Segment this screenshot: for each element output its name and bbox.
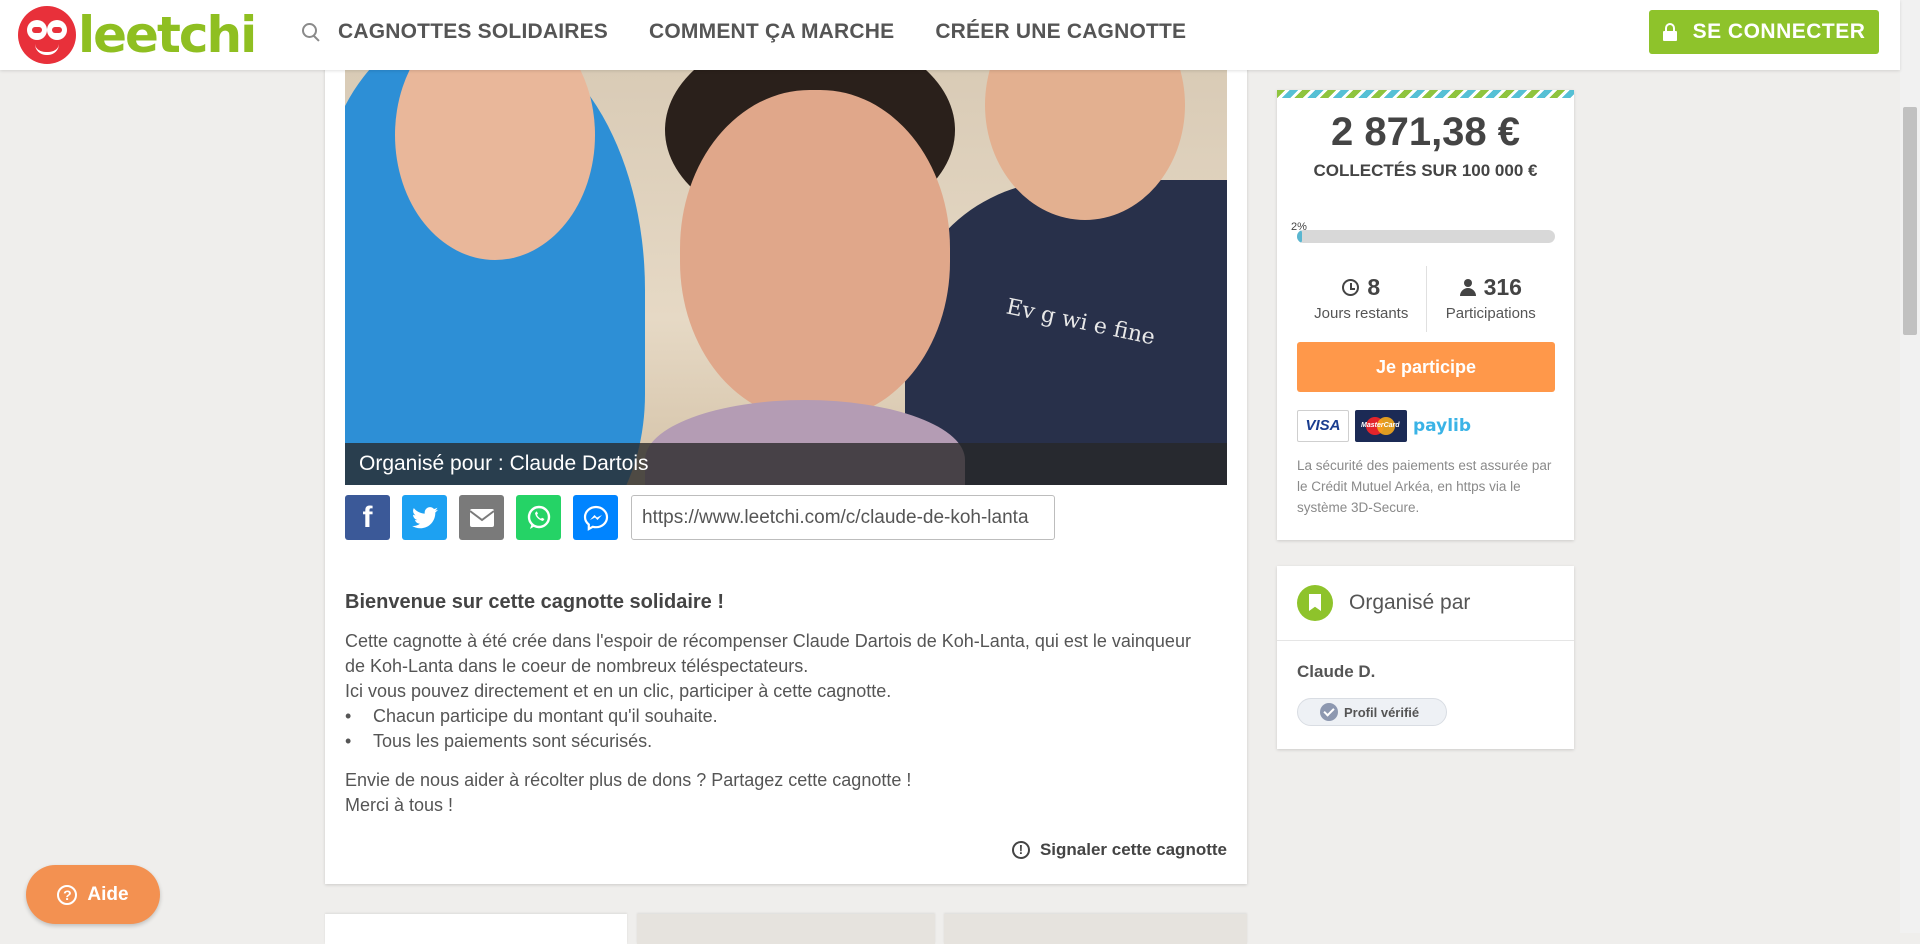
help-label: Aide: [87, 883, 129, 905]
description-line: Merci à tous !: [345, 795, 454, 815]
report-label: Signaler cette cagnotte: [1039, 840, 1227, 859]
login-button[interactable]: SE CONNECTER: [1649, 10, 1879, 54]
participations-value: 316: [1483, 274, 1522, 300]
list-item: Tous les paiements sont sécurisés.: [345, 729, 1215, 754]
share-url-field[interactable]: https://www.leetchi.com/c/claude-de-koh-…: [631, 495, 1055, 540]
search-icon[interactable]: [302, 23, 320, 41]
participations-label: Participations: [1445, 305, 1536, 322]
bookmark-badge-icon: [1297, 585, 1333, 621]
top-header: leetchi CAGNOTTES SOLIDAIRES COMMENT ÇA …: [0, 0, 1900, 70]
help-button[interactable]: ? Aide: [26, 865, 160, 924]
description: Bienvenue sur cette cagnotte solidaire !…: [345, 590, 1215, 818]
description-line: Ici vous pouvez directement et en un cli…: [345, 681, 892, 701]
description-line: Envie de nous aider à récolter plus de d…: [345, 770, 912, 790]
lock-icon: [1662, 23, 1677, 41]
question-icon: ?: [57, 884, 78, 905]
whatsapp-share-button[interactable]: [516, 495, 561, 540]
nav-comment-ca-marche[interactable]: COMMENT ÇA MARCHE: [649, 20, 894, 44]
progress-bar: [1297, 230, 1555, 243]
list-item: Chacun participe du montant qu'il souhai…: [345, 704, 1215, 729]
nav-creer-une-cagnotte[interactable]: CRÉER UNE CAGNOTTE: [935, 20, 1186, 44]
organizer-header: Organisé par: [1277, 566, 1574, 641]
twitter-icon: [411, 506, 438, 528]
description-list: Chacun participe du montant qu'il souhai…: [345, 704, 1215, 754]
bottom-tab[interactable]: [637, 914, 935, 944]
page-scrollbar[interactable]: [1900, 0, 1920, 933]
collected-goal: COLLECTÉS SUR 100 000 €: [1313, 161, 1538, 180]
hero-caption: Organisé pour : Claude Dartois: [345, 443, 1227, 485]
hero-photo: Ev g wi e fine Organisé pour : Claude Da…: [345, 70, 1227, 485]
collected-amount: 2 871,38 €: [1330, 110, 1521, 154]
facebook-icon: f: [362, 500, 373, 534]
description-line: Cette cagnotte à été crée dans l'espoir …: [345, 631, 1191, 676]
organizer-card: Organisé par Claude D. Profil vérifié: [1277, 566, 1574, 749]
twitter-share-button[interactable]: [402, 495, 447, 540]
bottom-tab[interactable]: [944, 914, 1247, 944]
bottom-tab[interactable]: [325, 914, 627, 944]
participate-button[interactable]: Je participe: [1297, 342, 1555, 392]
days-label: Jours restants: [1314, 305, 1409, 322]
security-notice: La sécurité des paiements est assurée pa…: [1297, 458, 1552, 515]
stats: 8 Jours restants 316 Participations: [1297, 266, 1555, 332]
messenger-icon: [583, 505, 608, 531]
leetchi-logo[interactable]: leetchi: [18, 6, 257, 64]
user-icon: [1459, 279, 1476, 296]
verified-label: Profil vérifié: [1344, 704, 1420, 720]
check-icon: [1320, 703, 1338, 721]
participations: 316 Participations: [1425, 266, 1556, 332]
nav-cagnottes-solidaires[interactable]: CAGNOTTES SOLIDAIRES: [338, 20, 608, 44]
exclamation-icon: !: [1011, 841, 1030, 859]
clock-icon: [1342, 279, 1360, 296]
visa-logo: VISA: [1297, 410, 1349, 442]
main-content-card: Ev g wi e fine Organisé pour : Claude Da…: [325, 50, 1247, 884]
messenger-share-button[interactable]: [573, 495, 618, 540]
progress-percent: 2%: [1291, 221, 1307, 233]
email-share-button[interactable]: [459, 495, 504, 540]
verified-badge: Profil vérifié: [1297, 698, 1447, 726]
funding-card: 2 871,38 € COLLECTÉS SUR 100 000 € 2% 8 …: [1277, 90, 1574, 540]
decorative-stripe: [1277, 90, 1574, 98]
scrollbar-thumb[interactable]: [1903, 107, 1917, 335]
logo-text: leetchi: [78, 6, 257, 64]
facebook-share-button[interactable]: f: [345, 495, 390, 540]
envelope-icon: [468, 508, 495, 527]
share-bar: f https://www.leetchi.com/c/claude-de-ko…: [345, 495, 1055, 540]
days-value: 8: [1367, 274, 1381, 300]
payment-logos: VISA MasterCard paylib: [1297, 410, 1471, 442]
main-nav: CAGNOTTES SOLIDAIRES COMMENT ÇA MARCHE C…: [302, 20, 1227, 44]
description-title: Bienvenue sur cette cagnotte solidaire !: [345, 591, 724, 613]
days-remaining: 8 Jours restants: [1297, 266, 1426, 332]
paylib-logo: paylib: [1413, 416, 1472, 436]
organizer-title: Organisé par: [1349, 591, 1471, 614]
leetchi-face-icon: [18, 6, 76, 64]
whatsapp-icon: [527, 505, 550, 529]
login-label: SE CONNECTER: [1692, 20, 1866, 43]
report-link[interactable]: ! Signaler cette cagnotte: [1011, 840, 1227, 860]
mastercard-logo: MasterCard: [1355, 410, 1407, 442]
organizer-name[interactable]: Claude D.: [1297, 662, 1375, 682]
